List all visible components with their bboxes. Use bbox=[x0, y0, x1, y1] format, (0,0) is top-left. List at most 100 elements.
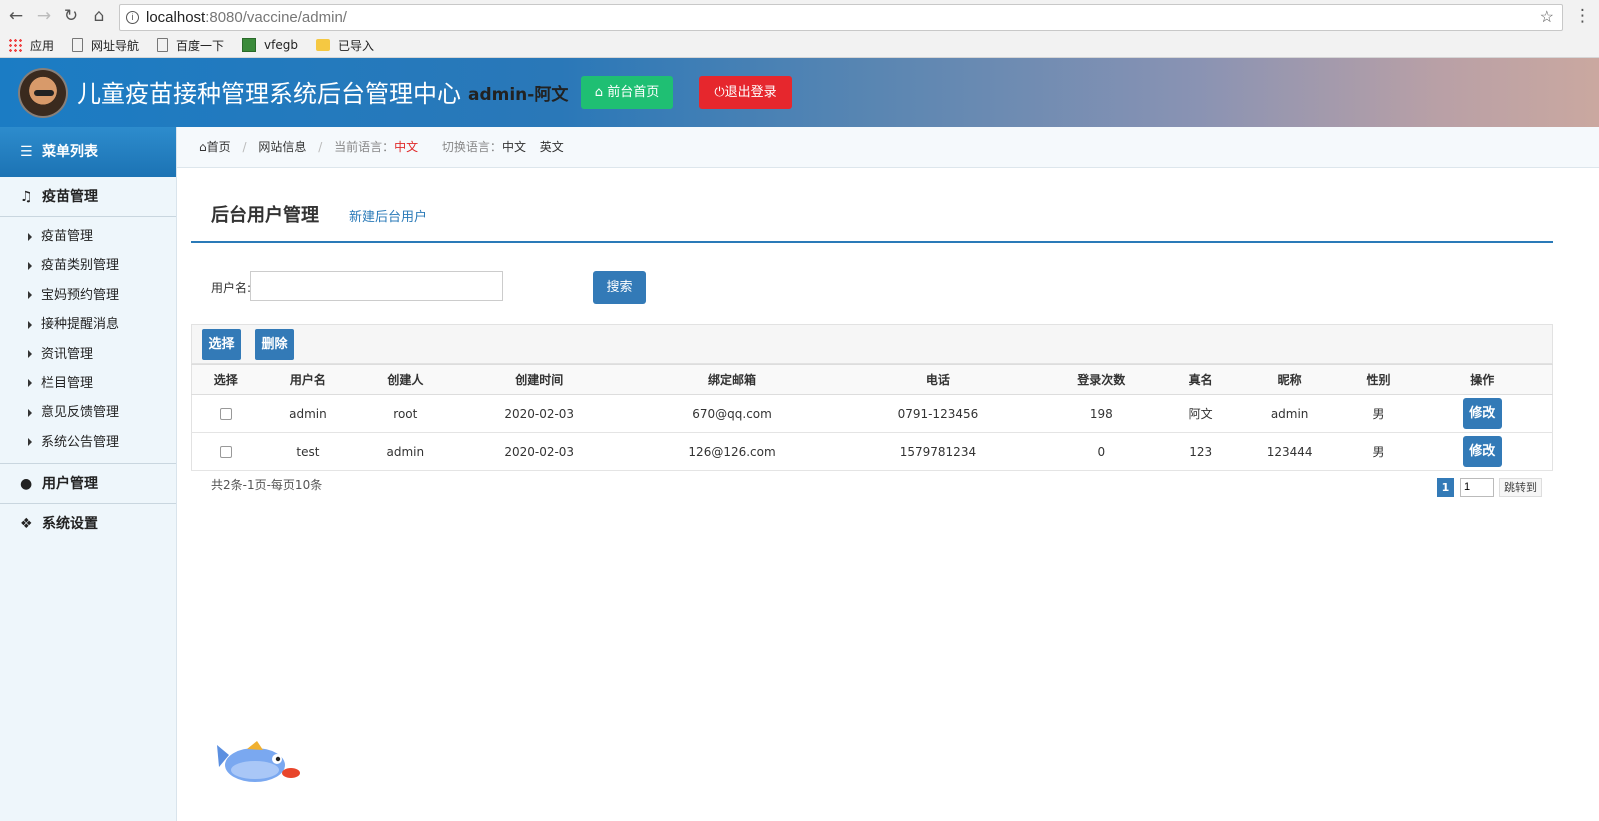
bookmark-star-icon[interactable]: ☆ bbox=[1540, 5, 1554, 30]
fish-mascot-icon bbox=[217, 741, 300, 782]
cell-gender: 男 bbox=[1344, 432, 1413, 471]
page-jump-input[interactable] bbox=[1460, 477, 1494, 497]
cell-created: 2020-02-03 bbox=[454, 394, 625, 433]
app-header: 儿童疫苗接种管理系统后台管理中心 admin-阿文 ⌂ 前台首页 ⏻退出登录 bbox=[0, 58, 1599, 127]
list-icon: ☰ bbox=[20, 144, 33, 160]
language-zh-link[interactable]: 中文 bbox=[502, 140, 526, 154]
front-home-label: 前台首页 bbox=[607, 85, 660, 100]
bookmark-vfegb[interactable]: vfegb bbox=[242, 38, 298, 52]
sidebar-item-label: 栏目管理 bbox=[41, 375, 94, 391]
column-header: 选择 bbox=[191, 364, 260, 395]
column-header: 真名 bbox=[1166, 364, 1235, 395]
group-label: 疫苗管理 bbox=[42, 189, 98, 205]
table-row: test admin 2020-02-03 126@126.com 157978… bbox=[191, 432, 1553, 471]
sidebar-item-label: 资讯管理 bbox=[41, 346, 94, 362]
sidebar-item-feedback[interactable]: 意见反馈管理 bbox=[0, 398, 176, 427]
breadcrumb-separator: / bbox=[318, 140, 323, 154]
cell-logins: 198 bbox=[1035, 394, 1167, 433]
folder-icon bbox=[316, 39, 330, 51]
caret-right-icon bbox=[28, 438, 32, 447]
home-icon: ⌂ bbox=[199, 140, 207, 154]
row-checkbox[interactable] bbox=[219, 408, 232, 420]
bookmark-label: 百度一下 bbox=[176, 38, 225, 53]
apps-grid-icon bbox=[8, 38, 22, 52]
table-toolbar: 选择 删除 bbox=[191, 324, 1553, 364]
cell-phone: 1579781234 bbox=[839, 432, 1036, 471]
sidebar-item-appointment[interactable]: 宝妈预约管理 bbox=[0, 281, 176, 310]
back-arrow-icon[interactable]: ← bbox=[4, 4, 28, 28]
group-label: 用户管理 bbox=[42, 476, 98, 493]
username-search-input[interactable] bbox=[250, 271, 503, 301]
column-header: 电话 bbox=[839, 364, 1036, 395]
sidebar-group-users[interactable]: ● 用户管理 bbox=[0, 464, 176, 505]
music-note-icon: ♫ bbox=[20, 189, 33, 205]
sidebar-item-label: 疫苗管理 bbox=[41, 229, 94, 244]
bookmark-baidu[interactable]: 百度一下 bbox=[157, 37, 224, 54]
sidebar-group-settings[interactable]: ❖ 系统设置 bbox=[0, 504, 176, 544]
logout-button[interactable]: ⏻退出登录 bbox=[699, 76, 792, 109]
cell-realname: 阿文 bbox=[1166, 394, 1235, 433]
column-header: 创建时间 bbox=[454, 364, 625, 395]
sidebar-item-label: 接种提醒消息 bbox=[41, 317, 120, 333]
browser-menu-icon[interactable]: ⋮ bbox=[1574, 6, 1591, 26]
breadcrumb-site-info[interactable]: 网站信息 bbox=[258, 140, 306, 154]
search-button[interactable]: 搜索 bbox=[593, 271, 646, 304]
caret-right-icon bbox=[28, 408, 32, 417]
caret-right-icon bbox=[28, 291, 32, 300]
sidebar-item-vaccine-category[interactable]: 疫苗类别管理 bbox=[0, 251, 176, 280]
cell-creator: root bbox=[356, 394, 455, 433]
bookmark-label: 已导入 bbox=[338, 38, 375, 53]
home-icon[interactable]: ⌂ bbox=[87, 4, 111, 28]
column-header: 登录次数 bbox=[1035, 364, 1167, 395]
column-header: 绑定邮箱 bbox=[624, 364, 840, 395]
pagination: 1 跳转到 bbox=[1437, 477, 1542, 497]
bookmark-nav[interactable]: 网址导航 bbox=[72, 37, 139, 54]
page-title: 后台用户管理 bbox=[211, 205, 319, 226]
site-info-icon[interactable]: i bbox=[126, 11, 139, 24]
edit-button[interactable]: 修改 bbox=[1462, 398, 1502, 429]
breadcrumb-home[interactable]: 首页 bbox=[207, 140, 231, 154]
forward-arrow-icon[interactable]: → bbox=[32, 4, 56, 28]
address-bar[interactable]: i localhost:8080/vaccine/admin/ ☆ bbox=[119, 4, 1563, 31]
sidebar-item-column[interactable]: 栏目管理 bbox=[0, 369, 176, 398]
reload-icon[interactable]: ↻ bbox=[59, 4, 83, 28]
front-home-button[interactable]: ⌂ 前台首页 bbox=[581, 76, 673, 109]
current-language: 中文 bbox=[394, 140, 419, 154]
sidebar-item-vaccine[interactable]: 疫苗管理 bbox=[0, 222, 176, 251]
column-header: 昵称 bbox=[1234, 364, 1345, 395]
menu-title: 菜单列表 bbox=[42, 144, 98, 160]
row-checkbox[interactable] bbox=[219, 446, 232, 458]
bookmark-apps[interactable]: 应用 bbox=[8, 37, 54, 54]
sidebar-item-reminder[interactable]: 接种提醒消息 bbox=[0, 310, 176, 339]
url-host: localhost bbox=[146, 9, 206, 26]
sidebar-item-notice[interactable]: 系统公告管理 bbox=[0, 428, 176, 457]
edit-button[interactable]: 修改 bbox=[1462, 436, 1502, 467]
cell-nickname: admin bbox=[1234, 394, 1345, 433]
new-admin-user-link[interactable]: 新建后台用户 bbox=[349, 206, 427, 225]
page-jump-button[interactable]: 跳转到 bbox=[1499, 477, 1542, 497]
bookmark-imported[interactable]: 已导入 bbox=[316, 37, 374, 54]
sidebar-item-news[interactable]: 资讯管理 bbox=[0, 340, 176, 369]
caret-right-icon bbox=[28, 379, 32, 388]
cell-gender: 男 bbox=[1344, 394, 1413, 433]
caret-right-icon bbox=[28, 261, 32, 270]
switch-language-label: 切换语言： bbox=[441, 140, 502, 154]
sidebar: ☰ 菜单列表 ♫ 疫苗管理 疫苗管理 疫苗类别管理 宝妈预约管理 接种提醒消息 资讯… bbox=[0, 127, 177, 821]
language-en-link[interactable]: 英文 bbox=[540, 140, 564, 154]
sidebar-group-vaccine[interactable]: ♫ 疫苗管理 bbox=[0, 177, 176, 217]
grid-icon bbox=[242, 38, 257, 52]
select-button[interactable]: 选择 bbox=[202, 329, 241, 360]
bookmark-label: vfegb bbox=[264, 38, 298, 52]
current-page-button[interactable]: 1 bbox=[1437, 477, 1454, 497]
cell-creator: admin bbox=[356, 432, 455, 471]
cell-nickname: 123444 bbox=[1234, 432, 1345, 471]
table-header-row: 选择 用户名 创建人 创建时间 绑定邮箱 电话 登录次数 真名 昵称 性别 操作 bbox=[191, 364, 1553, 395]
caret-right-icon bbox=[28, 350, 32, 359]
browser-chrome: ← → ↻ ⌂ i localhost:8080/vaccine/admin/ … bbox=[0, 0, 1599, 58]
caret-right-icon bbox=[28, 232, 32, 241]
delete-button[interactable]: 删除 bbox=[255, 329, 294, 360]
cell-realname: 123 bbox=[1166, 432, 1235, 471]
user-icon: ● bbox=[20, 476, 33, 493]
sidebar-item-label: 疫苗类别管理 bbox=[41, 258, 120, 274]
power-icon: ⏻ bbox=[714, 85, 725, 100]
